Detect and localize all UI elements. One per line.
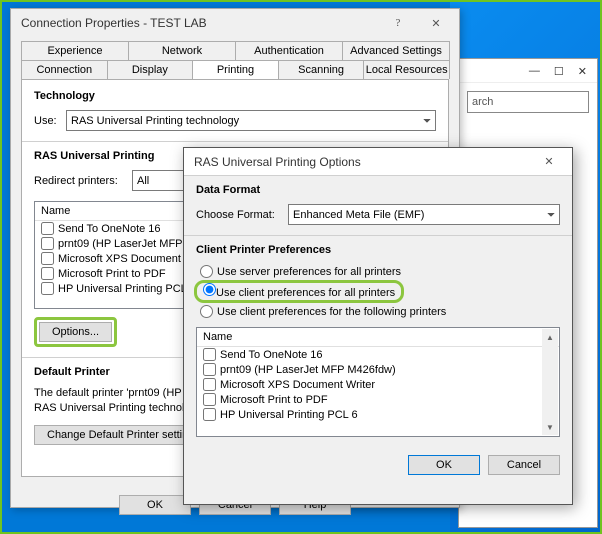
dialog2-ok-button[interactable]: OK — [408, 455, 480, 475]
data-format-heading: Data Format — [196, 184, 560, 196]
client-prefs-radio[interactable] — [200, 305, 213, 318]
printer-checkbox[interactable] — [41, 237, 54, 250]
choose-format-label: Choose Format: — [196, 209, 280, 221]
bg-maximize[interactable]: ☐ — [554, 65, 564, 78]
client-prefs-radio[interactable] — [200, 265, 213, 278]
tab-strip: ExperienceNetworkAuthenticationAdvanced … — [21, 41, 449, 79]
printer-name: HP Universal Printing PCL 6 — [58, 283, 196, 295]
close-button[interactable]: ✕ — [419, 13, 453, 33]
ok-button[interactable]: OK — [119, 495, 191, 515]
list-item[interactable]: HP Universal Printing PCL 6 — [197, 407, 559, 422]
printer-checkbox[interactable] — [41, 282, 54, 295]
printer-name: prnt09 (HP LaserJet MFP — [58, 238, 183, 250]
dialog2-close-button[interactable]: ✕ — [532, 152, 566, 172]
printer-checkbox[interactable] — [203, 348, 216, 361]
dialog2-cancel-button[interactable]: Cancel — [488, 455, 560, 475]
printer-name: Microsoft XPS Document — [58, 253, 181, 265]
client-prefs-heading: Client Printer Preferences — [196, 244, 560, 256]
printer-checkbox[interactable] — [203, 363, 216, 376]
help-button[interactable]: ? — [381, 13, 415, 33]
name-column-header: Name — [197, 328, 559, 347]
tab-printing[interactable]: Printing — [192, 60, 279, 79]
dialog2-title: RAS Universal Printing Options — [194, 155, 532, 169]
printer-name: prnt09 (HP LaserJet MFP M426fdw) — [220, 364, 396, 376]
tab-display[interactable]: Display — [107, 60, 194, 79]
printer-checkbox[interactable] — [41, 252, 54, 265]
client-printers-list[interactable]: Name Send To OneNote 16 prnt09 (HP LaserJ… — [196, 327, 560, 437]
list-item[interactable]: Send To OneNote 16 — [197, 347, 559, 362]
list-item[interactable]: Microsoft XPS Document Writer — [197, 377, 559, 392]
search-placeholder-fragment: arch — [472, 96, 493, 108]
scroll-up-icon[interactable]: ▲ — [542, 329, 558, 345]
printer-checkbox[interactable] — [203, 378, 216, 391]
printer-name: Microsoft XPS Document Writer — [220, 379, 375, 391]
client-prefs-radio[interactable] — [203, 283, 216, 296]
technology-select[interactable]: RAS Universal Printing technology — [66, 110, 436, 131]
scrollbar[interactable]: ▲ ▼ — [542, 329, 558, 435]
tab-scanning[interactable]: Scanning — [278, 60, 365, 79]
search-input[interactable]: arch — [467, 91, 589, 113]
technology-heading: Technology — [34, 90, 436, 102]
bg-minimize[interactable]: — — [529, 65, 540, 78]
scroll-down-icon[interactable]: ▼ — [542, 419, 558, 435]
radio-label: Use server preferences for all printers — [217, 266, 401, 278]
radio-label: Use client preferences for the following… — [217, 306, 446, 318]
printer-name: Microsoft Print to PDF — [220, 394, 328, 406]
tab-connection[interactable]: Connection — [21, 60, 108, 79]
format-select[interactable]: Enhanced Meta File (EMF) — [288, 204, 560, 225]
tab-experience[interactable]: Experience — [21, 41, 129, 60]
tab-local-resources[interactable]: Local Resources — [363, 60, 450, 79]
radio-label: Use client preferences for all printers — [216, 287, 395, 299]
tab-network[interactable]: Network — [128, 41, 236, 60]
printer-name: Send To OneNote 16 — [220, 349, 323, 361]
options-button[interactable]: Options... — [39, 322, 112, 342]
ras-printing-options-dialog: RAS Universal Printing Options ✕ Data Fo… — [183, 147, 573, 505]
printer-checkbox[interactable] — [203, 408, 216, 421]
list-item[interactable]: prnt09 (HP LaserJet MFP M426fdw) — [197, 362, 559, 377]
window-title: Connection Properties - TEST LAB — [21, 16, 381, 30]
printer-name: HP Universal Printing PCL 6 — [220, 409, 358, 421]
titlebar: Connection Properties - TEST LAB ? ✕ — [11, 9, 459, 37]
tab-authentication[interactable]: Authentication — [235, 41, 343, 60]
tab-advanced-settings[interactable]: Advanced Settings — [342, 41, 450, 60]
printer-name: Microsoft Print to PDF — [58, 268, 166, 280]
printer-name: Send To OneNote 16 — [58, 223, 161, 235]
use-label: Use: — [34, 115, 58, 127]
printer-checkbox[interactable] — [41, 267, 54, 280]
printer-checkbox[interactable] — [203, 393, 216, 406]
bg-close[interactable]: ✕ — [578, 65, 587, 78]
redirect-label: Redirect printers: — [34, 175, 124, 187]
list-item[interactable]: Microsoft Print to PDF — [197, 392, 559, 407]
printer-checkbox[interactable] — [41, 222, 54, 235]
